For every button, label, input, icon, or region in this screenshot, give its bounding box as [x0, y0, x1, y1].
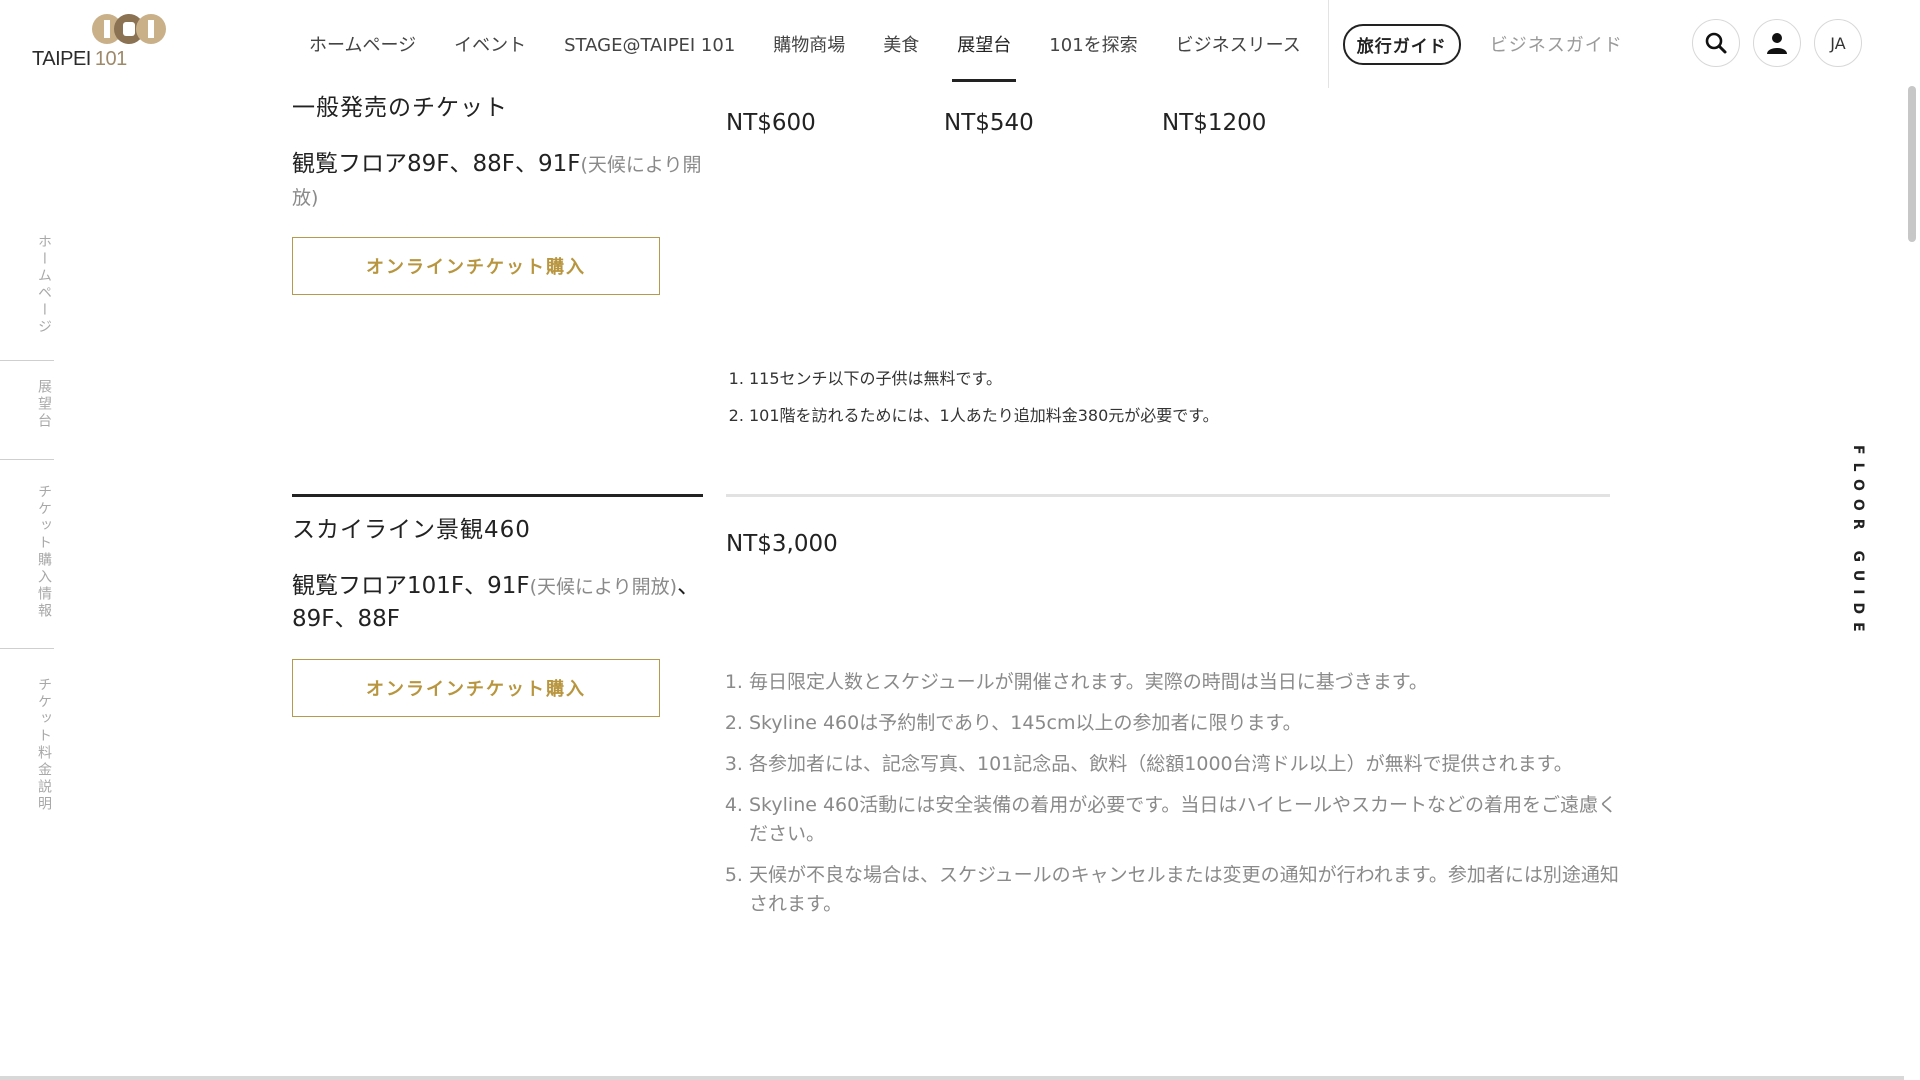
side-nav-divider [0, 459, 54, 460]
skyline-price: NT$3,000 [726, 531, 838, 557]
nav-divider [1327, 0, 1329, 88]
section-divider-right [726, 494, 1610, 497]
list-item: Skyline 460活動には安全装備の着用が必要です。当日はハイヒールやスカー… [749, 791, 1629, 849]
list-item: 各参加者には、記念写真、101記念品、飲料（総額1000台湾ドル以上）が無料で提… [749, 750, 1629, 779]
general-ticket-floors: 観覧フロア89F、88F、91F(天候により開放) [292, 148, 704, 214]
general-notes-list: 115センチ以下の子供は無料です。 101階を訪れるためには、1人あたり追加料金… [727, 368, 1629, 442]
side-nav-divider [0, 360, 54, 361]
page-bottom-border [0, 1076, 1904, 1080]
list-item: 毎日限定人数とスケジュールが開催されます。実際の時間は当日に基づきます。 [749, 668, 1629, 697]
logo-rings-icon [92, 14, 166, 44]
search-icon [1705, 32, 1727, 54]
skyline-ticket-info: スカイライン景観460 観覧フロア101F、91F(天候により開放)、89F、8… [292, 510, 704, 635]
main-nav: ホームページ イベント STAGE@TAIPEI 101 購物商場 美食 展望台… [290, 0, 1642, 88]
list-item: 101階を訪れるためには、1人あたり追加料金380元が必要です。 [749, 405, 1629, 427]
nav-business-lease[interactable]: ビジネスリース [1157, 0, 1320, 88]
nav-events[interactable]: イベント [435, 0, 545, 88]
page-scrollbar[interactable] [1904, 0, 1920, 1080]
business-guide-link[interactable]: ビジネスガイド [1471, 0, 1642, 88]
skyline-buy-online-button[interactable]: オンラインチケット購入 [292, 659, 660, 717]
side-nav-ticket-purchase-info[interactable]: チケット購入情報 [0, 480, 54, 648]
side-nav-ticket-price-info[interactable]: チケット料金説明 [0, 673, 54, 841]
general-buy-online-button[interactable]: オンラインチケット購入 [292, 237, 660, 295]
list-item: 天候が不良な場合は、スケジュールのキャンセルまたは変更の通知が行われます。参加者… [749, 861, 1629, 919]
skyline-ticket-floors: 観覧フロア101F、91F(天候により開放)、89F、88F [292, 570, 704, 635]
skyline-notes-list: 毎日限定人数とスケジュールが開催されます。実際の時間は当日に基づきます。 Sky… [727, 668, 1629, 931]
general-price-discount: NT$540 [944, 110, 1034, 136]
logo-text-main: TAIPEI [32, 48, 91, 70]
section-divider-left [292, 494, 703, 497]
nav-dining[interactable]: 美食 [864, 0, 938, 88]
logo-text-number: 101 [94, 48, 127, 70]
nav-observatory[interactable]: 展望台 [938, 0, 1030, 88]
skyline-ticket-title: スカイライン景観460 [292, 517, 531, 543]
side-nav-divider [0, 648, 54, 649]
general-price-adult: NT$600 [726, 110, 816, 136]
user-icon [1767, 33, 1787, 54]
search-button[interactable] [1692, 19, 1740, 67]
list-item: Skyline 460は予約制であり、145cm以上の参加者に限ります。 [749, 709, 1629, 738]
taipei101-logo[interactable]: TAIPEI 101 [30, 12, 175, 74]
nav-home[interactable]: ホームページ [290, 0, 435, 88]
scrollbar-thumb[interactable] [1908, 86, 1916, 242]
general-ticket-title: 一般発売のチケット [292, 95, 508, 121]
language-button[interactable]: JA [1814, 19, 1862, 67]
header-actions: JA [1692, 19, 1862, 67]
site-header: TAIPEI 101 ホームページ イベント STAGE@TAIPEI 101 購… [0, 0, 1904, 88]
logo-text: TAIPEI 101 [32, 48, 127, 71]
nav-stage[interactable]: STAGE@TAIPEI 101 [545, 0, 754, 88]
side-nav: ホームページ 展望台 チケット購入情報 チケット料金説明 [0, 230, 54, 841]
side-nav-home[interactable]: ホームページ [0, 230, 54, 348]
skyline-floors-text: 観覧フロア101F、91F [292, 573, 530, 599]
general-floors-text: 観覧フロア89F、88F、91F [292, 151, 581, 177]
nav-explore-101[interactable]: 101を探索 [1030, 0, 1156, 88]
account-button[interactable] [1753, 19, 1801, 67]
travel-guide-button[interactable]: 旅行ガイド [1342, 23, 1461, 65]
side-nav-observatory[interactable]: 展望台 [0, 375, 54, 459]
nav-shopping-mall[interactable]: 購物商場 [754, 0, 864, 88]
list-item: 115センチ以下の子供は無料です。 [749, 368, 1629, 390]
general-price-fast-pass: NT$1200 [1162, 110, 1267, 136]
general-ticket-info: 一般発売のチケット 観覧フロア89F、88F、91F(天候により開放) [292, 88, 704, 214]
floor-guide-tab[interactable]: FLOOR GUIDE [1850, 445, 1866, 640]
skyline-floors-weather-note: (天候により開放) [529, 576, 678, 598]
